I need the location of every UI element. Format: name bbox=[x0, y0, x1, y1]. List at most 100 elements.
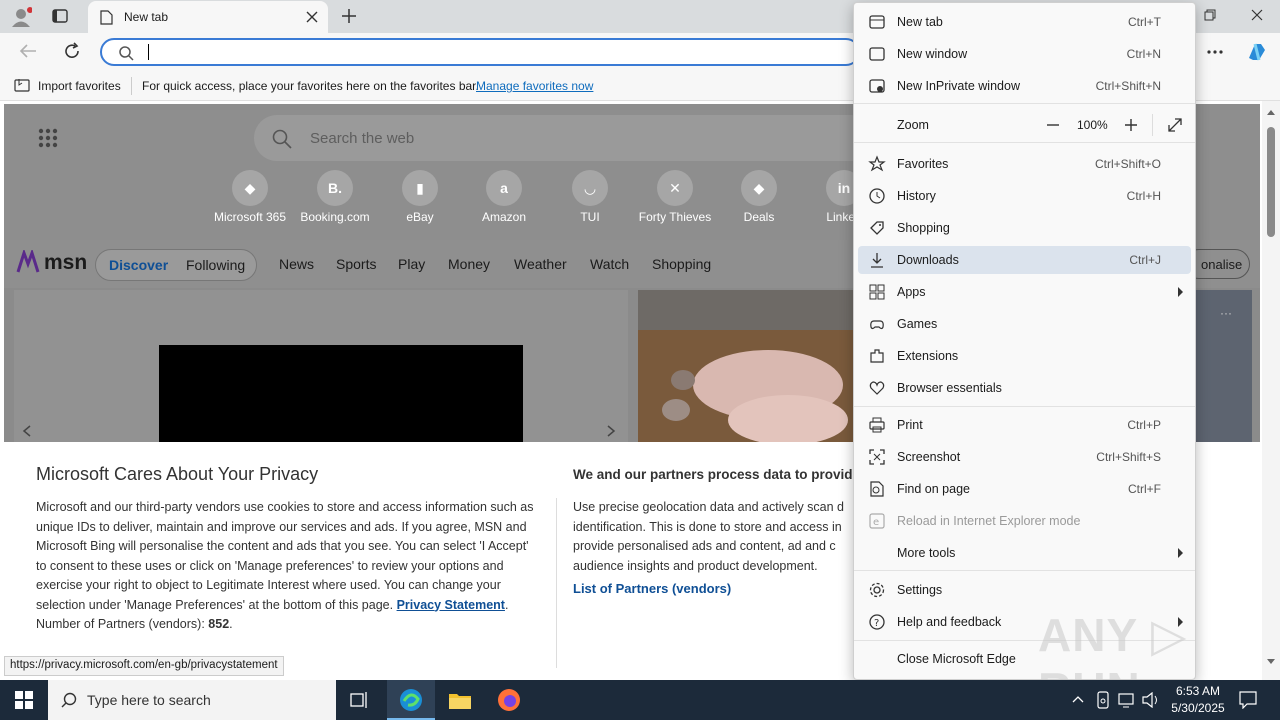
menu-item-label: Browser essentials bbox=[897, 381, 1002, 395]
menu-item-new-inprivate-window[interactable]: New InPrivate window Ctrl+Shift+N bbox=[858, 72, 1191, 100]
windows-start-icon[interactable] bbox=[15, 691, 33, 709]
close-tab-icon[interactable] bbox=[306, 11, 318, 23]
clock-time[interactable]: 6:53 AM bbox=[1173, 684, 1223, 698]
quick-link-tui[interactable]: ◡ TUI bbox=[550, 170, 630, 224]
taskbar-search-box[interactable]: Type here to search bbox=[48, 680, 336, 720]
card-more-icon[interactable]: ··· bbox=[1220, 306, 1232, 320]
restore-icon[interactable] bbox=[1204, 9, 1216, 21]
tab-discover[interactable]: Discover bbox=[109, 257, 168, 273]
privacy-statement-link[interactable]: Privacy Statement bbox=[397, 598, 505, 612]
scroll-thumb[interactable] bbox=[1267, 127, 1275, 237]
new-tab-button[interactable] bbox=[341, 8, 357, 24]
menu-item-label: More tools bbox=[897, 546, 956, 560]
quick-link-label: TUI bbox=[580, 210, 600, 224]
privacy-right-title: We and our partners process data to prov… bbox=[573, 467, 863, 482]
nav-play[interactable]: Play bbox=[398, 256, 425, 272]
firefox-icon[interactable] bbox=[497, 688, 521, 712]
list-partners-link[interactable]: List of Partners (vendors) bbox=[573, 581, 731, 596]
menu-item-label: Reload in Internet Explorer mode bbox=[897, 514, 1081, 528]
quick-link-booking-com[interactable]: B. Booking.com bbox=[295, 170, 375, 224]
task-view-icon[interactable] bbox=[350, 691, 370, 709]
menu-item-history[interactable]: History Ctrl+H bbox=[858, 182, 1191, 210]
nav-money[interactable]: Money bbox=[448, 256, 490, 272]
menu-item-label: New InPrivate window bbox=[897, 79, 1020, 93]
address-bar[interactable] bbox=[100, 38, 860, 66]
notifications-icon[interactable] bbox=[1239, 691, 1257, 709]
web-search-box[interactable]: Search the web bbox=[254, 115, 874, 161]
menu-item-favorites[interactable]: Favorites Ctrl+Shift+O bbox=[858, 150, 1191, 178]
menu-item-print[interactable]: Print Ctrl+P bbox=[858, 411, 1191, 439]
menu-item-more-tools[interactable]: More tools bbox=[858, 539, 1191, 567]
quick-link-deals[interactable]: ◆ Deals bbox=[719, 170, 799, 224]
tab-new-tab[interactable]: New tab bbox=[88, 1, 328, 33]
more-options-icon[interactable] bbox=[1207, 50, 1223, 54]
zoom-out-icon[interactable] bbox=[1045, 117, 1061, 133]
feed-tabs: Discover Following bbox=[95, 249, 257, 281]
quick-link-microsoft-365[interactable]: ◆ Microsoft 365 bbox=[210, 170, 290, 224]
menu-item-settings[interactable]: Settings bbox=[858, 576, 1191, 604]
menu-item-label: Close Microsoft Edge bbox=[897, 652, 1016, 666]
menu-item-apps[interactable]: Apps bbox=[858, 278, 1191, 306]
copilot-icon[interactable] bbox=[1245, 40, 1269, 64]
nav-weather[interactable]: Weather bbox=[514, 256, 567, 272]
favorites-icon bbox=[868, 155, 886, 173]
menu-item-label: New tab bbox=[897, 15, 943, 29]
nav-sports[interactable]: Sports bbox=[336, 256, 376, 272]
menu-item-find-on-page[interactable]: Find on page Ctrl+F bbox=[858, 475, 1191, 503]
quick-link-ebay[interactable]: ▮ eBay bbox=[380, 170, 460, 224]
menu-item-browser-essentials[interactable]: Browser essentials bbox=[858, 374, 1191, 402]
personalise-label: onalise bbox=[1201, 257, 1243, 272]
nav-watch[interactable]: Watch bbox=[590, 256, 629, 272]
close-window-icon[interactable] bbox=[1251, 9, 1263, 21]
volume-icon[interactable] bbox=[1142, 692, 1160, 708]
menu-item-screenshot[interactable]: Screenshot Ctrl+Shift+S bbox=[858, 443, 1191, 471]
back-icon[interactable] bbox=[19, 43, 37, 59]
extensions-icon bbox=[868, 347, 886, 365]
manage-favorites-link[interactable]: Manage favorites now bbox=[476, 79, 593, 93]
taskbar-search-icon bbox=[61, 692, 77, 708]
refresh-icon[interactable] bbox=[63, 42, 81, 60]
feed-card-video[interactable] bbox=[14, 290, 628, 442]
menu-item-shopping[interactable]: Shopping bbox=[858, 214, 1191, 242]
scroll-up-icon[interactable] bbox=[1267, 109, 1275, 115]
tab-actions-icon[interactable] bbox=[52, 8, 68, 24]
network-icon[interactable] bbox=[1118, 692, 1136, 708]
feed-card-weather[interactable]: ··· bbox=[1196, 290, 1252, 442]
zoom-in-icon[interactable] bbox=[1123, 117, 1139, 133]
quick-link-forty-thieves[interactable]: ✕ Forty Thieves bbox=[635, 170, 715, 224]
clock-date[interactable]: 5/30/2025 bbox=[1165, 701, 1231, 715]
taskbar-search-placeholder: Type here to search bbox=[87, 692, 211, 708]
menu-separator bbox=[854, 103, 1195, 104]
page-scrollbar[interactable] bbox=[1262, 101, 1280, 680]
menu-item-extensions[interactable]: Extensions bbox=[858, 342, 1191, 370]
print-icon bbox=[868, 416, 886, 434]
menu-item-zoom[interactable]: Zoom 100% bbox=[858, 111, 1191, 139]
menu-item-new-tab[interactable]: New tab Ctrl+T bbox=[858, 8, 1191, 36]
menu-separator bbox=[854, 570, 1195, 571]
msn-logo-icon[interactable] bbox=[16, 250, 40, 274]
nav-news[interactable]: News bbox=[279, 256, 314, 272]
show-hidden-icons-icon[interactable] bbox=[1072, 695, 1084, 703]
quick-link-amazon[interactable]: a Amazon bbox=[464, 170, 544, 224]
carousel-prev-icon[interactable] bbox=[22, 425, 32, 437]
nav-shopping[interactable]: Shopping bbox=[652, 256, 711, 272]
forty-thieves-icon: ✕ bbox=[657, 170, 693, 206]
tab-following[interactable]: Following bbox=[186, 257, 245, 273]
device-icon[interactable] bbox=[1096, 691, 1110, 709]
menu-item-games[interactable]: Games bbox=[858, 310, 1191, 338]
carousel-next-icon[interactable] bbox=[606, 425, 616, 437]
file-explorer-icon[interactable] bbox=[448, 689, 472, 711]
taskbar-edge-button[interactable] bbox=[387, 680, 435, 720]
fullscreen-icon[interactable] bbox=[1167, 117, 1183, 133]
import-favorites-button[interactable]: Import favorites bbox=[38, 79, 121, 93]
shopping-icon bbox=[868, 219, 886, 237]
menu-item-new-window[interactable]: New window Ctrl+N bbox=[858, 40, 1191, 68]
privacy-right-text: Use precise geolocation data and activel… bbox=[573, 500, 844, 573]
menu-item-downloads[interactable]: Downloads Ctrl+J bbox=[858, 246, 1191, 274]
feed-card-food[interactable] bbox=[638, 290, 854, 442]
app-launcher-icon[interactable] bbox=[38, 128, 58, 148]
web-search-placeholder: Search the web bbox=[310, 130, 415, 147]
menu-item-reload-in-internet-explorer-mode[interactable]: e Reload in Internet Explorer mode bbox=[858, 507, 1191, 535]
menu-item-label: Favorites bbox=[897, 157, 949, 171]
profile-icon[interactable] bbox=[10, 6, 32, 28]
